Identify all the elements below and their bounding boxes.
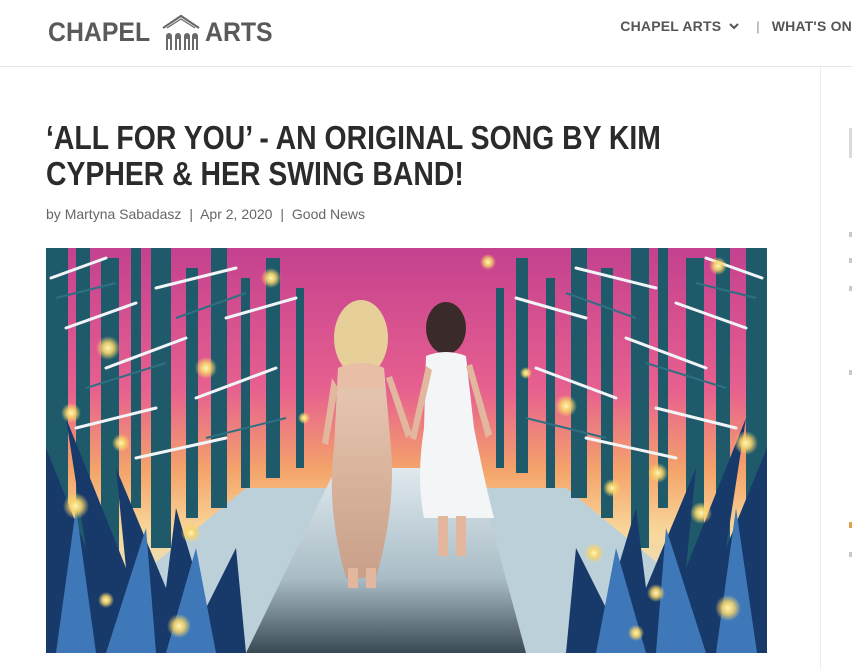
nav-item-whats-on[interactable]: WHAT'S ON bbox=[772, 18, 852, 34]
chapel-building-icon bbox=[162, 14, 200, 50]
meta-separator: | bbox=[189, 206, 193, 222]
nav-item-label: CHAPEL ARTS bbox=[620, 18, 722, 34]
post-meta: by Martyna Sabadasz | Apr 2, 2020 | Good… bbox=[46, 206, 365, 222]
post-category-link[interactable]: Good News bbox=[292, 206, 365, 222]
sidebar-divider bbox=[820, 67, 821, 669]
post-title: ‘ALL FOR YOU’ - AN ORIGINAL SONG BY KIM … bbox=[46, 119, 661, 192]
post-date: Apr 2, 2020 bbox=[200, 206, 273, 222]
illustration-image bbox=[46, 248, 767, 653]
logo-text-chapel: CHAPEL bbox=[48, 16, 151, 47]
meta-separator: | bbox=[280, 206, 284, 222]
post-meta-by: by bbox=[46, 206, 61, 222]
chevron-down-icon bbox=[728, 20, 740, 32]
nav-item-chapel-arts[interactable]: CHAPEL ARTS bbox=[620, 18, 740, 34]
site-logo[interactable]: CHAPEL ARTS bbox=[48, 8, 279, 56]
nav-separator: | bbox=[756, 18, 760, 34]
logo-text-arts: ARTS bbox=[205, 16, 273, 47]
post-author-link[interactable]: Martyna Sabadasz bbox=[65, 206, 182, 222]
featured-image bbox=[46, 248, 767, 653]
main-nav: CHAPEL ARTS | WHAT'S ON bbox=[620, 18, 852, 34]
site-header: CHAPEL ARTS CHAPEL ARTS | WHAT'S ON bbox=[0, 0, 852, 67]
nav-item-label: WHAT'S ON bbox=[771, 18, 852, 34]
